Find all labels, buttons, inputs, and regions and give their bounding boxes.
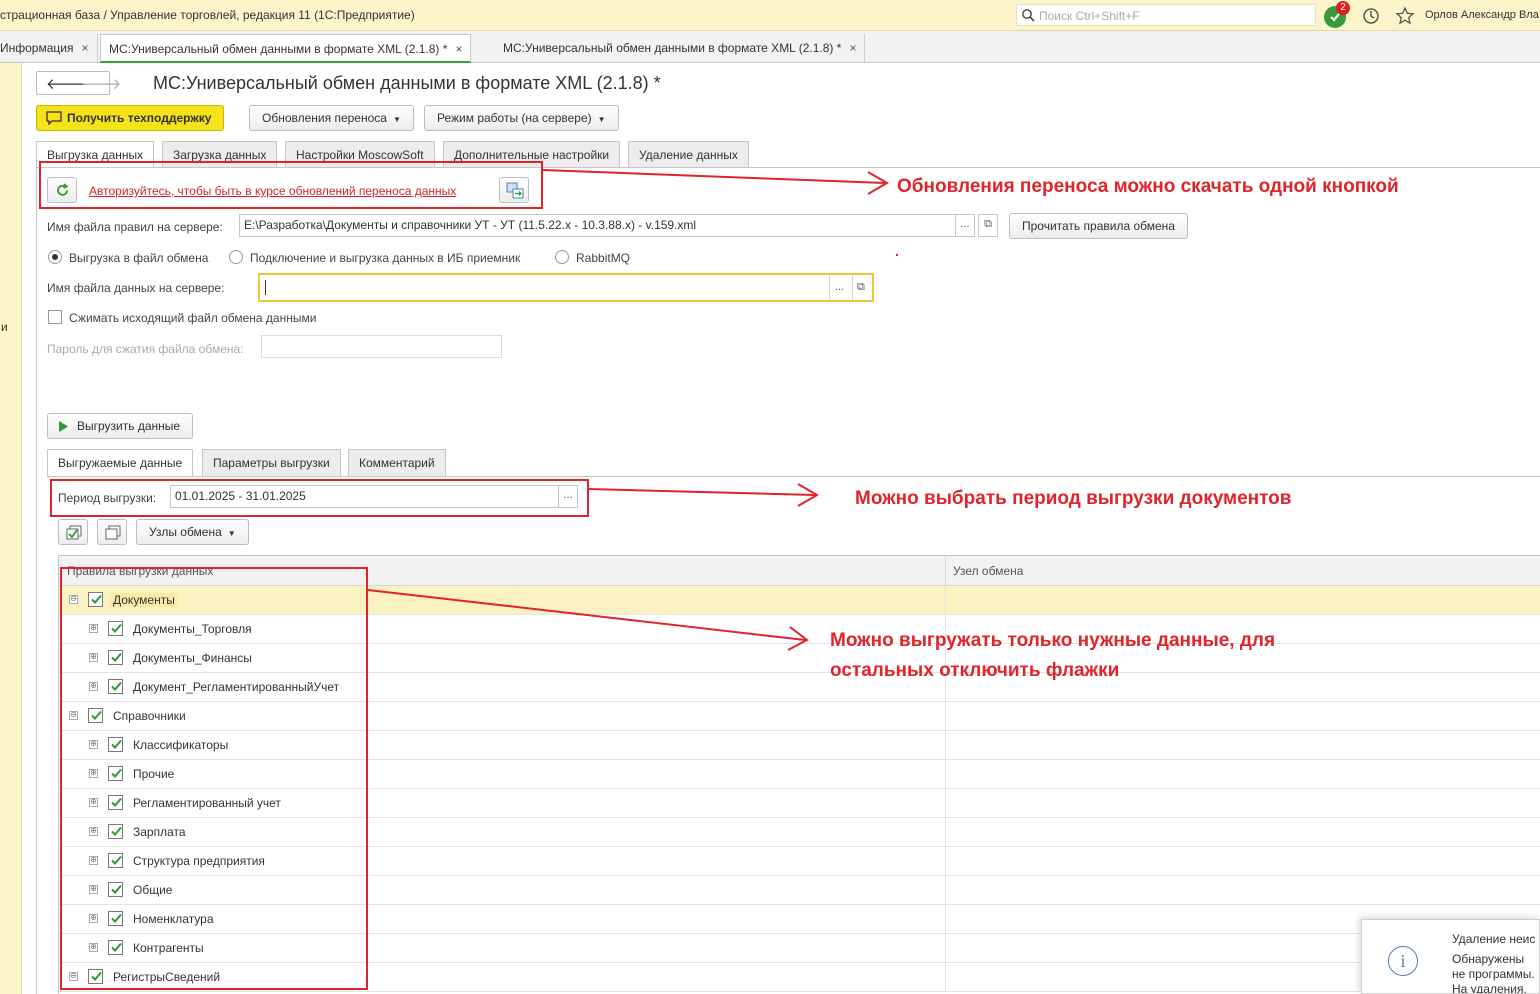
data-file-select-button[interactable]: ... [835, 277, 844, 298]
column-separator [945, 789, 946, 818]
annotation-box-period [50, 479, 589, 517]
chevron-down-icon: ▼ [597, 115, 606, 124]
radio-export-connect-label: Подключение и выгрузка данных в ИБ прием… [250, 251, 521, 265]
updates-button[interactable]: Обновления переноса ▼ [249, 105, 414, 131]
play-icon [59, 421, 68, 432]
column-separator [945, 847, 946, 876]
mode-button-label: Режим работы (на сервере) [437, 111, 592, 125]
notifications-button[interactable]: 2 [1324, 1, 1350, 28]
radio-rabbitmq-label: RabbitMQ [576, 251, 631, 265]
sections-panel: и [0, 63, 22, 994]
uncheck-all-icon [105, 525, 121, 540]
radio-rabbitmq[interactable] [555, 250, 569, 264]
column-separator [945, 905, 946, 934]
popup-title: Удаление неис [1452, 932, 1536, 946]
tab-exported-data[interactable]: Выгружаемые данные [47, 449, 194, 477]
column-header-node[interactable]: Узел обмена [953, 564, 1023, 578]
search-input[interactable]: Поиск Ctrl+Shift+F [1016, 4, 1316, 26]
annotation-data-text-1: Можно выгружать только нужные данные, дл… [830, 630, 1276, 651]
mode-button[interactable]: Режим работы (на сервере) ▼ [424, 105, 619, 131]
close-icon[interactable]: × [849, 41, 856, 55]
column-separator [945, 818, 946, 847]
chat-icon [46, 111, 62, 125]
close-icon[interactable]: × [455, 42, 462, 56]
red-dot [895, 253, 899, 257]
search-icon [1022, 9, 1035, 22]
forward-arrow-icon[interactable]: 🡒 [81, 74, 121, 93]
close-icon[interactable]: × [81, 41, 88, 55]
support-button[interactable]: Получить техподдержку [36, 105, 225, 131]
tab-export-params[interactable]: Параметры выгрузки [202, 449, 341, 477]
annotation-data-text-2: остальных отключить флажки [830, 660, 1120, 681]
window-tab-label: МС:Универсальный обмен данными в формате… [109, 42, 448, 56]
inner-tab-panel-border [47, 476, 1540, 477]
data-file-input[interactable]: ... ⧉ [258, 273, 874, 302]
compress-checkbox[interactable] [48, 310, 62, 324]
column-separator [945, 731, 946, 760]
window-tab-label: Информация [0, 41, 74, 55]
column-separator [945, 586, 946, 615]
export-data-button-label: Выгрузить данные [77, 419, 181, 433]
arrow-updates [542, 169, 889, 195]
field-divider [852, 275, 853, 300]
annotation-box-updates [39, 161, 543, 209]
uncheck-all-button[interactable] [97, 519, 127, 545]
compress-label: Сжимать исходящий файл обмена данными [69, 311, 317, 325]
column-separator [945, 876, 946, 905]
title-bar: страционная база / Управление торговлей,… [0, 0, 1540, 31]
page-title: МС:Универсальный обмен данными в формате… [153, 73, 661, 93]
support-button-label: Получить техподдержку [67, 111, 212, 125]
data-file-label: Имя файла данных на сервере: [47, 281, 225, 295]
column-separator [945, 934, 946, 963]
field-divider [829, 275, 830, 300]
window-tab-label: МС:Универсальный обмен данными в формате… [503, 41, 842, 55]
column-separator [945, 963, 946, 992]
export-data-button[interactable]: Выгрузить данные [47, 413, 194, 439]
navigation-buttons: 🡐 🡒 [36, 71, 121, 95]
chevron-down-icon: ▼ [392, 115, 401, 124]
exchange-nodes-button-label: Узлы обмена [149, 525, 222, 539]
column-separator [945, 556, 946, 586]
column-separator [945, 760, 946, 789]
rules-file-select-button[interactable]: ... [955, 214, 975, 237]
rules-file-label: Имя файла правил на сервере: [47, 220, 223, 234]
tab-delete-data[interactable]: Удаление данных [628, 141, 749, 168]
text-cursor [265, 280, 266, 295]
notifications-badge: 2 [1336, 1, 1350, 15]
chevron-down-icon: ▼ [227, 529, 236, 538]
check-all-icon [66, 525, 82, 540]
rules-file-input[interactable]: E:\Разработка\Документы и справочники УТ… [239, 214, 956, 237]
password-label: Пароль для сжатия файла обмена: [47, 342, 244, 356]
radio-export-file[interactable] [48, 250, 62, 264]
window-title: страционная база / Управление торговлей,… [0, 8, 415, 22]
password-input[interactable] [261, 335, 502, 358]
updates-button-label: Обновления переноса [262, 111, 387, 125]
annotation-box-rules [60, 567, 368, 990]
annotation-updates-text: Обновления переноса можно скачать одной … [897, 176, 1399, 197]
open-icon[interactable]: ⧉ [978, 214, 998, 237]
column-separator [945, 702, 946, 731]
sections-panel-text[interactable]: и [1, 320, 8, 334]
arrow-period [588, 483, 819, 507]
tab-comment[interactable]: Комментарий [348, 449, 446, 477]
user-name[interactable]: Орлов Александр Вла [1425, 9, 1539, 21]
annotation-period-text: Можно выбрать период выгрузки документов [855, 488, 1292, 509]
window-tab-info[interactable]: Информация × [0, 34, 98, 63]
popup-text: Обнаружены не программы. На удаления. [1452, 952, 1535, 994]
exchange-nodes-button[interactable]: Узлы обмена ▼ [136, 519, 249, 545]
open-icon[interactable]: ⧉ [857, 277, 865, 298]
tab-panel-border-left [36, 167, 37, 994]
history-icon[interactable] [1360, 5, 1382, 27]
window-tab-exchange[interactable]: МС:Универсальный обмен данными в формате… [495, 34, 866, 63]
check-all-button[interactable] [58, 519, 88, 545]
star-icon[interactable] [1394, 5, 1416, 27]
window-tabs: Информация × МС:Универсальный обмен данны… [0, 31, 1540, 63]
info-icon: i [1388, 946, 1418, 976]
radio-export-connect[interactable] [229, 250, 243, 264]
read-rules-button[interactable]: Прочитать правила обмена [1009, 213, 1188, 239]
radio-export-file-label: Выгрузка в файл обмена [69, 251, 209, 265]
notification-popup[interactable]: i Удаление неис Обнаружены не программы.… [1361, 919, 1540, 994]
search-placeholder: Поиск Ctrl+Shift+F [1039, 9, 1140, 23]
window-tab-exchange-active[interactable]: МС:Универсальный обмен данными в формате… [100, 34, 472, 63]
